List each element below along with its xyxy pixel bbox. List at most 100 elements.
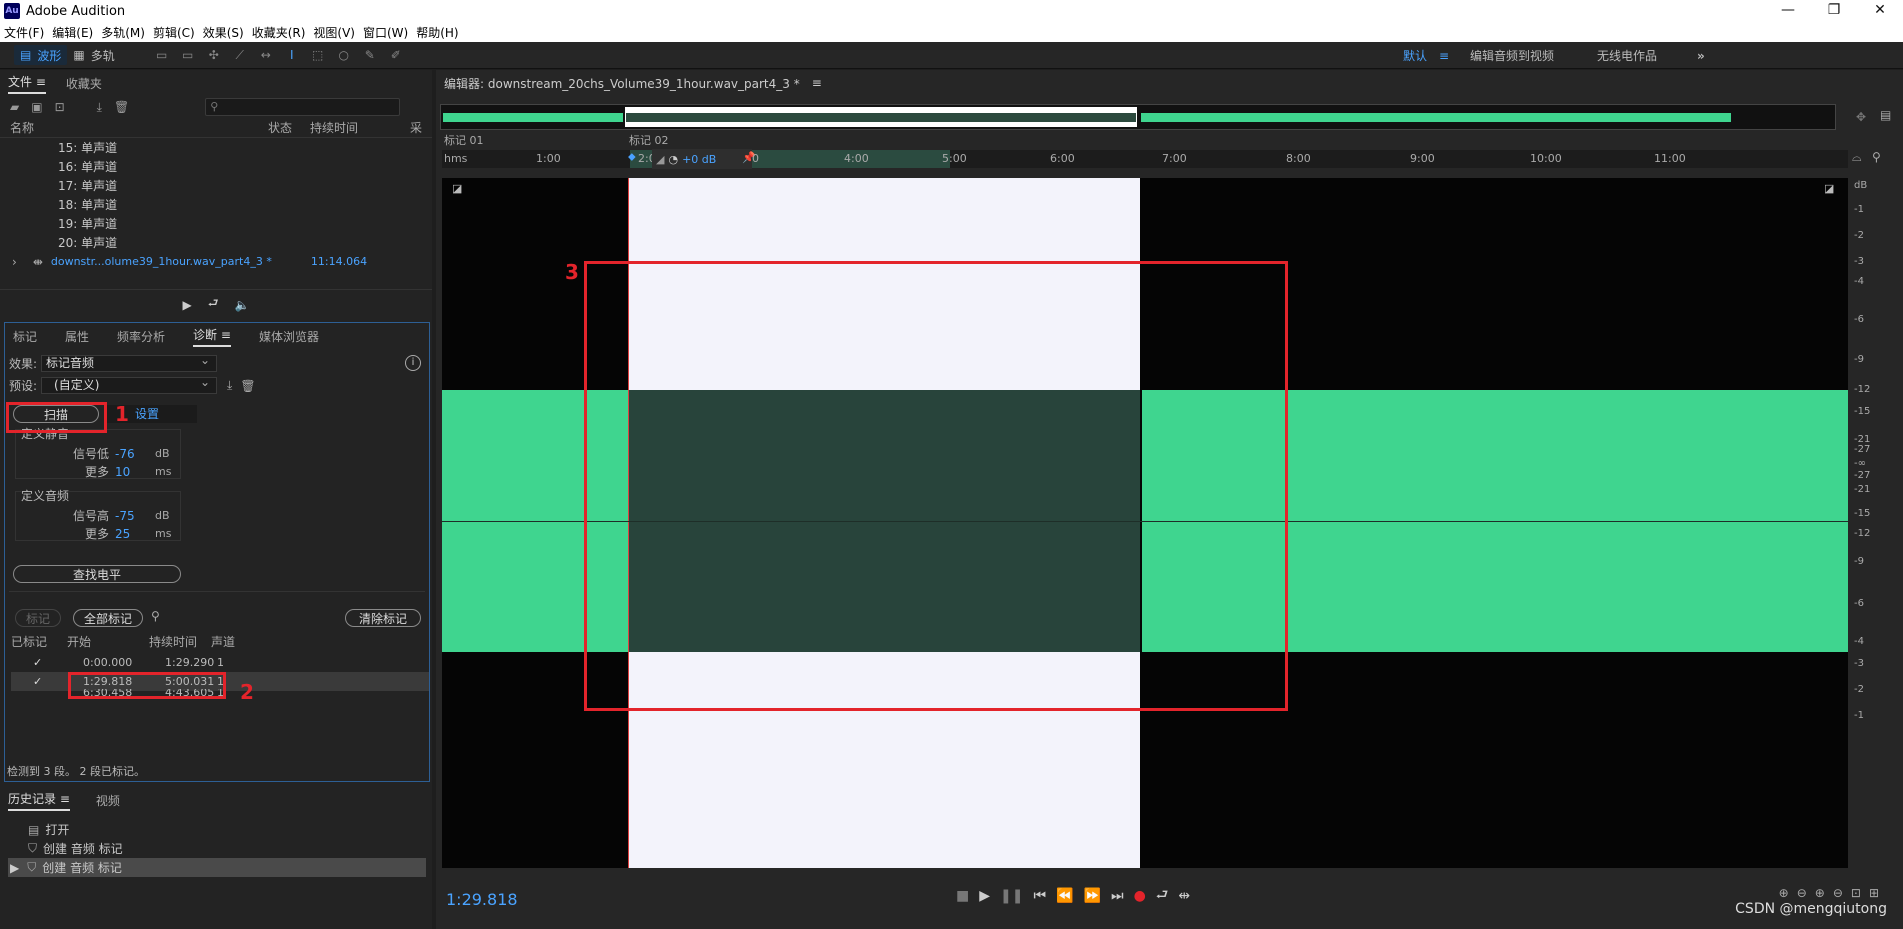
signal-below-value[interactable]: -76 [115,447,155,461]
loop-icon[interactable]: ⮐ [1156,884,1169,908]
tab-video[interactable]: 视频 [96,792,120,809]
fast-forward-icon[interactable]: ⏩ [1084,888,1101,904]
tab-diagnostics[interactable]: 诊断 ≡ [193,326,231,347]
zoom-magnifier-icon[interactable]: ⚲ [151,609,160,623]
search-input[interactable]: ⚲ [205,98,401,116]
menu-favorites[interactable]: 收藏夹(R) [252,24,306,41]
play-icon[interactable]: ▶ [979,888,990,904]
clear-marks-button[interactable]: 清除标记 [345,609,421,627]
column-duration[interactable]: 持续时间 [149,633,211,650]
checkmark-icon[interactable]: ✓ [33,675,42,688]
zoom-anchor-icon[interactable]: ✥ [1856,110,1866,124]
menu-view[interactable]: 视图(V) [313,24,355,41]
play-icon[interactable]: ▶ [183,298,192,312]
multitrack-mode-button[interactable]: ▦ 多轨 [67,45,120,65]
spot-heal-tool-icon[interactable]: ✐ [387,47,405,63]
list-item[interactable]: 20: 单声道 [0,233,432,252]
tab-frequency-analysis[interactable]: 频率分析 [117,328,165,345]
timecode-display[interactable]: 1:29.818 [446,890,518,909]
overview-menu-icon[interactable]: ▤ [1880,108,1891,122]
scroll-corner-icon[interactable]: ◪ [452,182,462,195]
marker-pin-icon[interactable]: ⚲ [1872,150,1881,164]
autoplay-volume-icon[interactable]: 🔈 [235,298,250,312]
hud-volume[interactable]: ◢ ◔ +0 dB [652,149,752,169]
zoom-selection-icon[interactable]: ⊡ [1851,886,1861,900]
tab-favorites[interactable]: 收藏夹 [66,75,102,92]
column-marked[interactable]: 已标记 [11,633,67,650]
more-value[interactable]: 25 [115,527,155,541]
volume-knob-icon[interactable]: ◔ [668,153,678,166]
table-row[interactable]: ✓ 0:00.000 1:29.290 1 [11,653,429,672]
spectral-view-icon[interactable]: ▭ [153,47,171,63]
stop-icon[interactable]: ■ [956,888,969,904]
list-item[interactable]: 18: 单声道 [0,195,432,214]
panel-menu-icon[interactable]: ≡ [60,792,70,806]
scroll-corner-icon[interactable]: ◪ [1824,182,1834,195]
more-value[interactable]: 10 [115,465,155,479]
loop-icon[interactable]: ⮐ [208,294,219,315]
menu-file[interactable]: 文件(F) [4,24,44,41]
column-status[interactable]: 状态 [268,119,310,136]
panel-menu-icon[interactable]: ≡ [812,76,822,90]
mark-all-button[interactable]: 全部标记 [73,609,143,627]
column-channel[interactable]: 声道 [211,633,235,650]
skip-to-start-icon[interactable]: ⏮ [1033,888,1046,904]
list-item[interactable]: 16: 单声道 [0,157,432,176]
time-selection-tool-icon[interactable]: I [283,47,301,63]
open-folder-icon[interactable]: ▰ [10,100,19,114]
column-duration[interactable]: 持续时间 [310,119,410,136]
column-start[interactable]: 开始 [67,633,149,650]
effect-select[interactable]: 标记音频 [41,353,218,372]
menu-multitrack[interactable]: 多轨(M) [101,24,145,41]
find-levels-button[interactable]: 查找电平 [13,565,181,583]
new-file-icon[interactable]: ⊡ [55,100,65,114]
workspace-edit-video[interactable]: 编辑音频到视频 [1470,42,1554,69]
zoom-out-amplitude-icon[interactable]: ⊖ [1797,886,1807,900]
skip-selection-icon[interactable]: ⇹ [1178,888,1190,904]
razor-tool-icon[interactable]: ⟋ [231,47,249,63]
headphones-icon[interactable]: ⌓ [1852,150,1862,165]
zoom-in-amplitude-icon[interactable]: ⊕ [1779,886,1789,900]
save-preset-icon[interactable]: ⤓ [227,378,232,393]
delete-preset-icon[interactable]: 🗑 [240,379,255,393]
workspace-default[interactable]: 默认 ≡ [1403,42,1449,69]
signal-above-value[interactable]: -75 [115,509,155,523]
record-icon[interactable]: ● [1134,888,1146,904]
time-ruler[interactable]: hms 1:00 ⬥ 2:0 ◢ ◔ +0 dB 📌 0 4:00 5:00 6… [442,149,1848,169]
move-tool-icon[interactable]: ✣ [205,47,223,63]
chevron-right-icon[interactable]: › [12,255,17,269]
more-workspaces-icon[interactable]: » [1697,42,1705,69]
delete-icon[interactable]: 🗑 [114,100,129,114]
history-item-current[interactable]: ▶ ⛉ 创建 音频 标记 [8,858,426,877]
list-item[interactable]: 15: 单声道 [0,138,432,157]
info-icon[interactable]: i [405,355,421,371]
tab-files[interactable]: 文件 ≡ [8,73,46,94]
insert-icon[interactable]: ⤓ [97,100,102,115]
panel-menu-icon[interactable]: ≡ [36,75,46,89]
workspace-wireless[interactable]: 无线电作品 [1597,42,1657,69]
minimize-button[interactable]: — [1765,0,1811,22]
maximize-button[interactable]: ❐ [1811,0,1857,22]
list-item[interactable]: 17: 单声道 [0,176,432,195]
skip-to-end-icon[interactable]: ⏭ [1111,888,1124,904]
marker-02[interactable]: 标记 02 [629,132,669,148]
rewind-icon[interactable]: ⏪ [1056,888,1073,904]
menu-window[interactable]: 窗口(W) [363,24,408,41]
list-item[interactable]: 19: 单声道 [0,214,432,233]
brush-tool-icon[interactable]: ✎ [361,47,379,63]
column-name[interactable]: 名称 [10,119,268,136]
checkmark-icon[interactable]: ✓ [33,656,42,669]
playhead-marker-icon[interactable]: ⬥ [628,150,636,164]
tab-markers[interactable]: 标记 [13,328,37,345]
slip-tool-icon[interactable]: ↔ [257,47,275,63]
menu-help[interactable]: 帮助(H) [416,24,458,41]
preset-select[interactable]: (自定义) [41,375,218,394]
panel-menu-icon[interactable]: ≡ [221,328,231,342]
tab-properties[interactable]: 属性 [65,328,89,345]
import-icon[interactable]: ▣ [31,100,42,114]
overview-bar[interactable] [440,104,1836,130]
volume-value[interactable]: +0 dB [682,153,716,166]
menu-clip[interactable]: 剪辑(C) [153,24,195,41]
marquee-tool-icon[interactable]: ⬚ [309,47,327,63]
history-item[interactable]: ⛉ 创建 音频 标记 [8,839,426,858]
